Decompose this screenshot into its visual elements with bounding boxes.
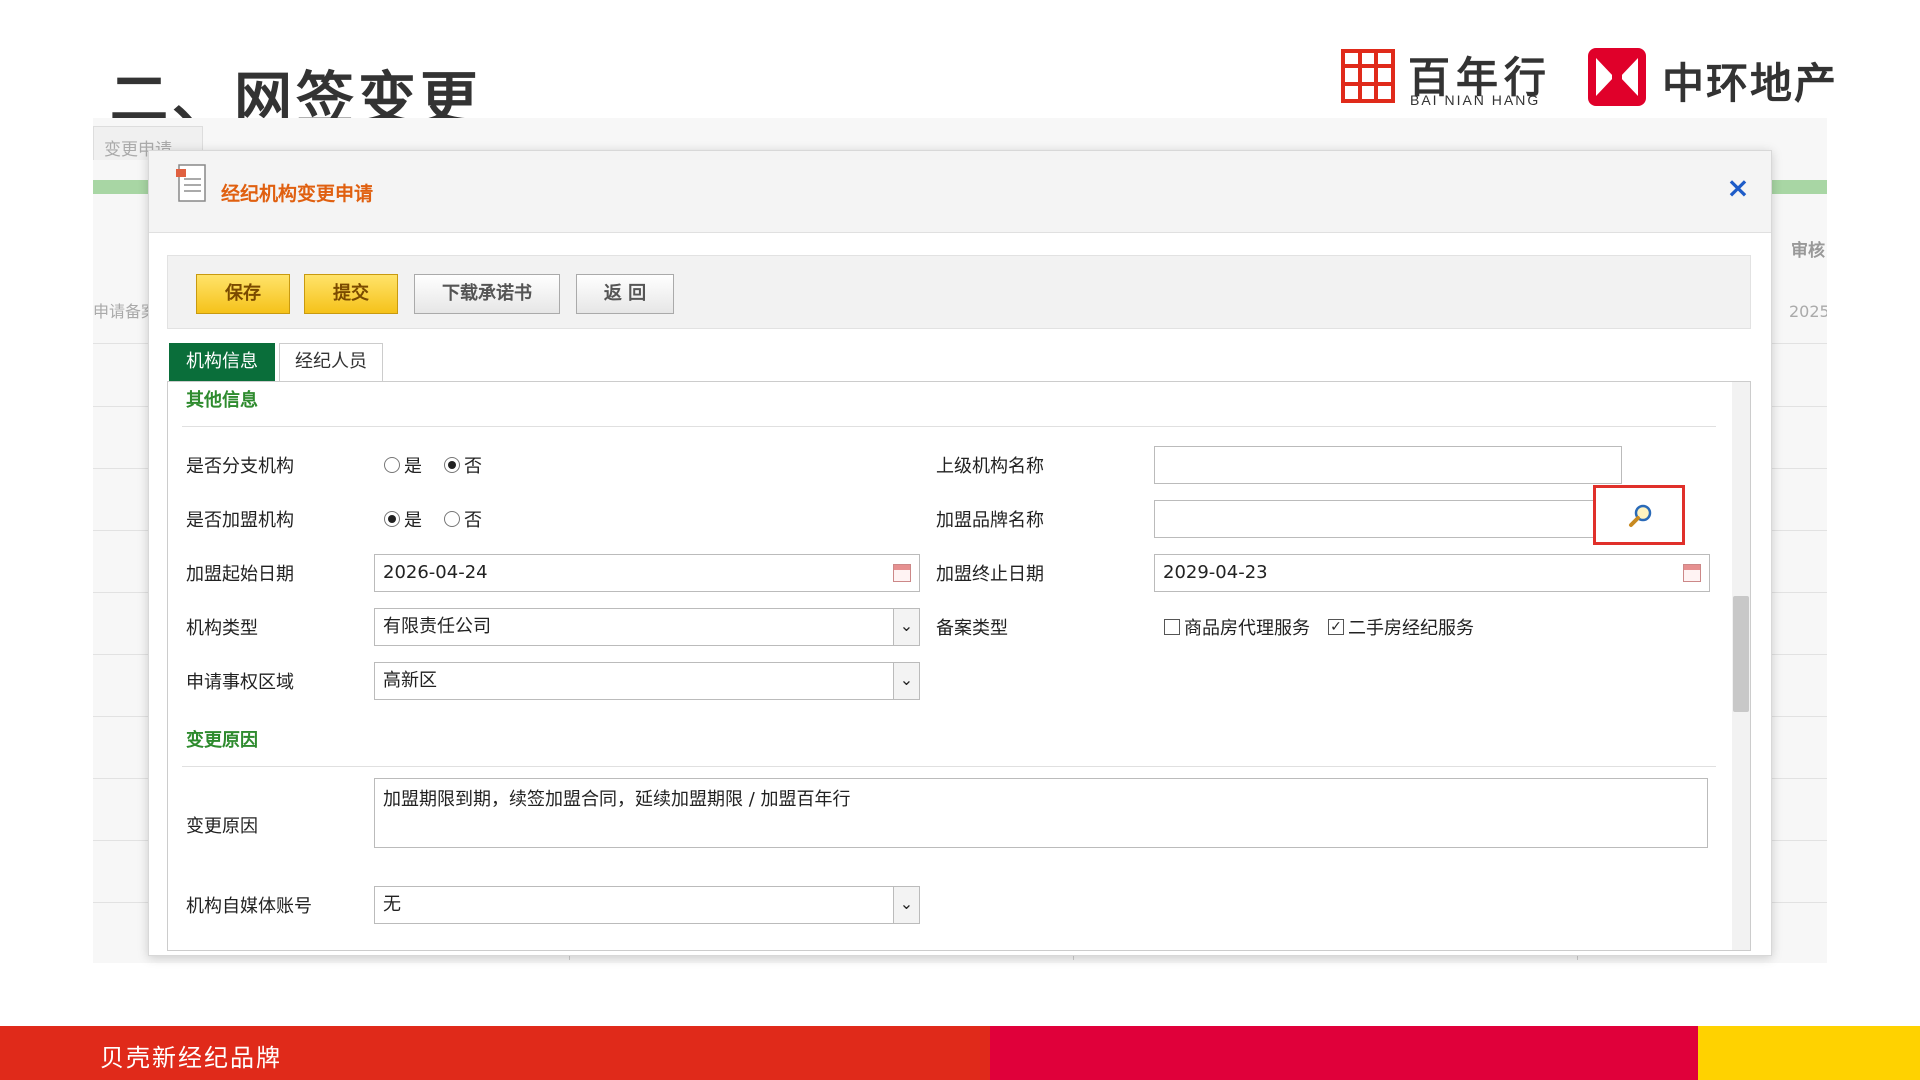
end-date-label: 加盟终止日期 — [936, 564, 1044, 585]
form-panel: 其他信息 是否分支机构 是 否 上级机构名称 是否加盟机构 是 否 加盟品牌名称… — [167, 381, 1751, 951]
download-commitment-button[interactable]: 下载承诺书 — [414, 274, 560, 314]
tab-org-info[interactable]: 机构信息 — [169, 343, 275, 381]
background-column-header: 审核 — [1791, 241, 1825, 261]
org-type-value: 有限责任公司 — [383, 616, 491, 637]
start-date-label: 加盟起始日期 — [186, 564, 294, 585]
start-date-value: 2026-04-24 — [383, 562, 488, 583]
is-franchise-radio-group: 是 否 — [384, 506, 504, 532]
media-account-select[interactable]: 无 ⌄ — [374, 886, 920, 924]
tab-agents[interactable]: 经纪人员 — [279, 343, 383, 381]
calendar-icon[interactable] — [1683, 564, 1701, 582]
media-account-value: 无 — [383, 894, 401, 915]
region-select[interactable]: 高新区 ⌄ — [374, 662, 920, 700]
lookup-magnifier-icon[interactable] — [1628, 503, 1654, 529]
filing-type-checkbox-group: 商品房代理服务 ✓ 二手房经纪服务 — [1164, 614, 1492, 640]
radio-icon — [444, 511, 460, 527]
chevron-down-icon[interactable]: ⌄ — [893, 663, 919, 699]
radio-icon — [384, 457, 400, 473]
bainianhang-logo-icon — [1341, 49, 1395, 103]
submit-button[interactable]: 提交 — [304, 274, 398, 314]
org-type-label: 机构类型 — [186, 618, 258, 639]
filing-commercial-checkbox[interactable]: 商品房代理服务 — [1164, 614, 1310, 640]
media-account-label: 机构自媒体账号 — [186, 896, 312, 917]
section-title-change-reason: 变更原因 — [186, 730, 258, 751]
start-date-field[interactable]: 2026-04-24 — [374, 554, 920, 592]
section-divider — [182, 426, 1716, 427]
region-value: 高新区 — [383, 670, 437, 691]
is-franchise-yes-radio[interactable]: 是 — [384, 506, 422, 532]
parent-org-label: 上级机构名称 — [936, 456, 1044, 477]
bainianhang-logo-en: BAI NIAN HANG — [1410, 92, 1541, 108]
back-button[interactable]: 返 回 — [576, 274, 674, 314]
brand-logos: 百年行 BAI NIAN HANG 中环地产 — [1340, 44, 1860, 108]
is-franchise-label: 是否加盟机构 — [186, 510, 294, 531]
is-branch-label: 是否分支机构 — [186, 456, 294, 477]
brand-name-label: 加盟品牌名称 — [936, 510, 1044, 531]
footer-bar: 贝壳新经纪品牌 — [0, 1026, 1920, 1080]
background-cell: 2025 — [1789, 302, 1827, 321]
dialog-title: 经纪机构变更申请 — [221, 183, 374, 205]
toolbar: 保存 提交 下载承诺书 返 回 — [167, 255, 1751, 329]
end-date-value: 2029-04-23 — [1163, 562, 1268, 583]
checkbox-icon — [1164, 619, 1180, 635]
is-branch-yes-radio[interactable]: 是 — [384, 452, 422, 478]
filing-type-label: 备案类型 — [936, 618, 1008, 639]
zhonghuan-logo-text: 中环地产 — [1662, 59, 1839, 108]
scrollbar-thumb[interactable] — [1733, 596, 1749, 712]
close-icon[interactable]: × — [1723, 173, 1753, 203]
zhonghuan-logo-icon — [1588, 48, 1646, 106]
chevron-down-icon[interactable]: ⌄ — [893, 609, 919, 645]
footer-yellow-segment — [1698, 1026, 1920, 1080]
calendar-icon[interactable] — [893, 564, 911, 582]
reason-label: 变更原因 — [186, 816, 258, 837]
brand-name-field[interactable] — [1154, 500, 1594, 538]
change-request-dialog: 经纪机构变更申请 × 保存 提交 下载承诺书 返 回 机构信息 经纪人员 其他信… — [148, 150, 1772, 956]
is-franchise-no-radio[interactable]: 否 — [444, 506, 482, 532]
section-divider — [182, 766, 1716, 767]
reason-textarea[interactable]: 加盟期限到期，续签加盟合同，延续加盟期限 / 加盟百年行 — [374, 778, 1708, 848]
dialog-header: 经纪机构变更申请 × — [149, 151, 1771, 233]
section-title-other-info: 其他信息 — [186, 390, 258, 411]
parent-org-field[interactable] — [1154, 446, 1622, 484]
checkbox-checked-icon: ✓ — [1328, 619, 1344, 635]
org-type-select[interactable]: 有限责任公司 ⌄ — [374, 608, 920, 646]
region-label: 申请事权区域 — [186, 672, 294, 693]
footer-brand-text: 贝壳新经纪品牌 — [100, 1044, 282, 1072]
save-button[interactable]: 保存 — [196, 274, 290, 314]
is-branch-no-radio[interactable]: 否 — [444, 452, 482, 478]
radio-selected-icon — [384, 511, 400, 527]
footer-crimson-segment — [990, 1026, 1698, 1080]
document-icon — [176, 164, 206, 202]
filing-secondhand-checkbox[interactable]: ✓ 二手房经纪服务 — [1328, 614, 1474, 640]
is-branch-radio-group: 是 否 — [384, 452, 504, 478]
radio-selected-icon — [444, 457, 460, 473]
chevron-down-icon[interactable]: ⌄ — [893, 887, 919, 923]
end-date-field[interactable]: 2029-04-23 — [1154, 554, 1710, 592]
